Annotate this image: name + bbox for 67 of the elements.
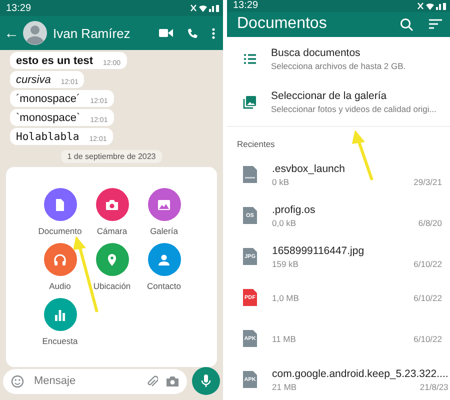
section-heading: Recientes <box>236 138 276 151</box>
arrow-drawing <box>352 130 374 180</box>
document-icon <box>53 198 67 212</box>
message-text: ´monospace´ <box>16 93 80 105</box>
file-date: 29/3/21 <box>414 176 442 186</box>
screen-title: Documentos <box>237 15 327 34</box>
file-name: .esvbox_launch <box>272 162 346 174</box>
attach-option[interactable]: Ubicación <box>86 243 138 291</box>
image-icon <box>157 198 171 212</box>
file-size: 21 MB <box>272 382 297 392</box>
attach-option[interactable]: Audio <box>34 243 86 291</box>
bar-chart-icon <box>53 308 67 322</box>
action-subtitle: Selecciona archivos de hasta 2 GB. <box>271 60 406 70</box>
file-size: 0,0 kB <box>272 218 296 228</box>
paperclip-icon[interactable] <box>146 374 158 388</box>
video-call-icon[interactable] <box>159 28 173 38</box>
message-input[interactable]: Mensaje <box>32 374 138 388</box>
more-icon[interactable] <box>212 28 215 38</box>
person-icon <box>157 252 171 266</box>
avatar-icon[interactable] <box>23 21 47 45</box>
sort-icon[interactable] <box>429 19 442 30</box>
action-title: Busca documentos <box>271 46 362 58</box>
message-text: Holablabla <box>16 131 80 143</box>
file-name: .profig.os <box>272 204 316 216</box>
camera-icon[interactable] <box>166 376 179 386</box>
file-size: 0 kB <box>272 176 290 186</box>
message-field[interactable]: Mensaje <box>3 368 187 394</box>
attach-option[interactable]: Galería <box>138 188 190 236</box>
action-item[interactable]: Seleccionar de la galería Seleccionar fotos y videos de calidad origi... <box>227 80 450 123</box>
action-subtitle: Seleccionar fotos y videos de calidad origi... <box>271 104 436 114</box>
clock: 13:29 <box>6 2 32 14</box>
file-item[interactable]: .esvbox_launch 0 kB 29/3/21 <box>227 154 450 195</box>
file-date: 6/8/20 <box>418 218 442 228</box>
phone-icon[interactable] <box>187 28 198 38</box>
emoji-icon[interactable] <box>11 374 24 388</box>
message-text: `monospace` <box>16 112 80 124</box>
file-date: 6/10/22 <box>414 258 442 268</box>
file-size: 1,0 MB <box>272 292 299 302</box>
file-date: 6/10/22 <box>414 334 442 344</box>
contact-name[interactable]: Ivan Ramírez <box>53 26 130 40</box>
file-date: 6/10/22 <box>414 292 442 302</box>
list-icon <box>243 52 257 66</box>
action-item[interactable]: Busca documentos Selecciona archivos de hasta 2 GB. <box>227 37 450 80</box>
image-icon <box>243 94 257 108</box>
microphone-button[interactable] <box>192 367 220 395</box>
status-icons <box>189 4 219 12</box>
attach-option[interactable]: Cámara <box>86 188 138 236</box>
back-button[interactable]: ← <box>4 24 19 42</box>
camera-icon <box>105 198 119 212</box>
clock: 13:29 <box>233 0 258 12</box>
status-icons <box>416 2 446 10</box>
file-name: com.google.android.keep_5.23.322.... <box>272 368 448 380</box>
file-date: 21/8/23 <box>420 382 448 392</box>
file-size: 159 kB <box>272 258 298 268</box>
message-text: cursiva <box>16 74 51 86</box>
message-text: esto es un test <box>16 55 94 67</box>
attach-option[interactable]: Documento <box>34 188 86 236</box>
file-size: 11 MB <box>272 334 296 344</box>
action-title: Seleccionar de la galería <box>271 90 388 102</box>
search-icon[interactable] <box>400 18 413 31</box>
microphone-icon <box>201 374 211 388</box>
file-name: 1658999116447.jpg <box>272 244 366 256</box>
attach-option[interactable]: Encuesta <box>34 298 86 346</box>
date-chip: 1 de septiembre de 2023 <box>61 150 162 163</box>
location-pin-icon <box>105 252 119 266</box>
attach-option[interactable]: Contacto <box>138 243 190 291</box>
headphones-icon <box>53 252 67 266</box>
